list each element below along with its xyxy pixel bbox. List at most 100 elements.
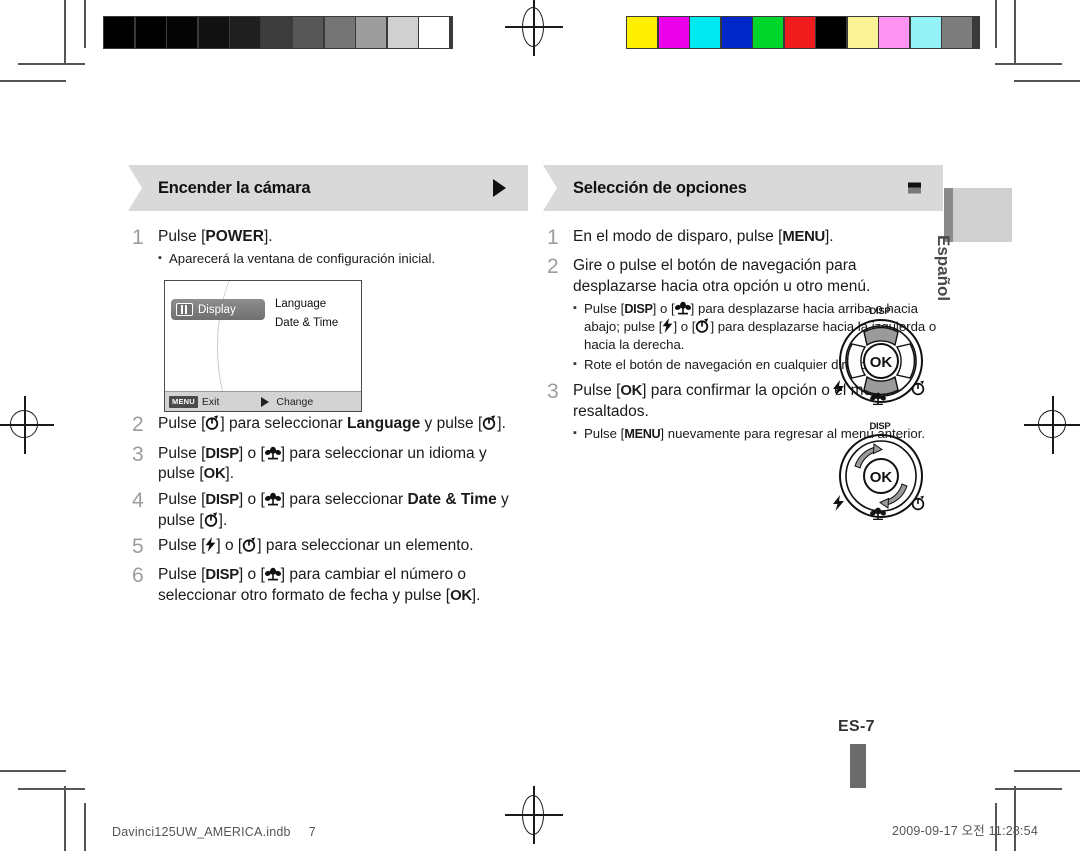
registration-mark-left xyxy=(0,396,54,454)
footer-page: 7 xyxy=(308,825,316,839)
left-section-title: Encender la cámara xyxy=(158,178,311,197)
step-text: ]. xyxy=(497,415,506,433)
crop-mark-top-right-inner-v xyxy=(995,0,997,48)
camera-key-label: MENU xyxy=(782,229,825,245)
step-text: ]. xyxy=(225,465,235,483)
step-number: 1 xyxy=(547,226,559,249)
calibration-swatch xyxy=(847,17,878,48)
crop-mark-bottom-left-inner-h xyxy=(18,788,85,790)
lcd-option-item[interactable]: Date & Time xyxy=(275,314,338,332)
triangle-right-icon xyxy=(493,179,506,197)
step-text: Pulse [ xyxy=(158,566,206,584)
numbered-step: 1 Pulse [POWER]. ▪ Aparecerá la ventana de … xyxy=(128,225,528,270)
step-text: ]. xyxy=(471,586,481,604)
camera-key-label: DISP xyxy=(205,567,239,584)
lcd-change-label: Change xyxy=(276,395,314,408)
calibration-swatch xyxy=(784,17,815,48)
calibration-swatch xyxy=(419,17,449,48)
step-number: 4 xyxy=(132,488,144,512)
step-text: Pulse [ xyxy=(158,536,206,554)
calibration-swatch xyxy=(324,17,355,48)
lcd-bottom-bar: MENU Exit Change xyxy=(165,391,361,412)
numbered-step: 6 Pulse [DISP] o [] para cambiar el númer… xyxy=(128,563,528,606)
crop-mark-top-right-v xyxy=(1014,0,1016,65)
jog-rotate-dial: DISP OK xyxy=(832,421,928,521)
step-number: 1 xyxy=(132,226,144,249)
camera-key-label: OK xyxy=(620,383,643,400)
step-text: Pulse [ xyxy=(158,444,206,462)
lcd-option-list: Language Date & Time xyxy=(275,295,338,332)
calibration-swatch xyxy=(879,17,909,48)
numbered-step: 3 Pulse [DISP] o [] para seleccionar un i… xyxy=(128,442,528,485)
crop-mark-top-right-inner-h xyxy=(995,63,1062,65)
emphasis-text: POWER xyxy=(205,228,264,245)
dpad-press-dial: DISP OK xyxy=(832,306,928,406)
step-number: 5 xyxy=(132,534,144,558)
bullet-dot-icon: ▪ xyxy=(158,252,162,265)
calibration-swatch xyxy=(104,17,134,48)
crop-mark-top-left-inner-v xyxy=(84,0,86,48)
calibration-swatch xyxy=(387,17,418,48)
macro-key-icon xyxy=(264,567,281,581)
camera-lcd-illustration: Display Language Date & Time MENU Exit Change xyxy=(164,280,362,413)
square-marker-icon xyxy=(908,182,921,194)
crop-mark-bottom-left-inner-v xyxy=(84,803,86,851)
lcd-exit-label: Exit xyxy=(201,395,220,408)
lcd-display-tab[interactable]: Display xyxy=(171,299,265,321)
camera-key-label: OK xyxy=(450,587,472,604)
camera-key-label: DISP xyxy=(624,302,653,317)
emphasis-text: Date & Time xyxy=(407,490,497,508)
macro-icon xyxy=(870,392,886,405)
step-text: Pulse [ xyxy=(584,426,625,442)
numbered-step: 2 Pulse [] para seleccionar Language y pu… xyxy=(128,412,528,438)
left-section-header: Encender la cámara xyxy=(128,165,528,211)
dial-disp-label: DISP xyxy=(869,306,891,317)
calibration-swatch xyxy=(753,17,783,48)
bullet-item: ▪ Aparecerá la ventana de configuración i… xyxy=(158,250,528,268)
step-body: Pulse [DISP] o [] para seleccionar un id… xyxy=(158,442,528,485)
right-section-header: Selección de opciones xyxy=(543,165,943,211)
step-text: Aparecerá la ventana de configuración in… xyxy=(169,251,436,267)
bullet-text: Aparecerá la ventana de configuración in… xyxy=(169,250,528,268)
language-tab-label: Español xyxy=(934,235,953,302)
calibration-swatch xyxy=(910,17,941,48)
grayscale-calibration-bar xyxy=(103,16,453,49)
crop-mark-top-right-h xyxy=(1014,80,1080,82)
calibration-swatch xyxy=(356,17,386,48)
timer-key-icon xyxy=(242,537,257,552)
step-number: 2 xyxy=(132,413,144,437)
triangle-right-icon xyxy=(261,396,270,407)
macro-key-icon xyxy=(674,301,691,315)
macro-key-icon xyxy=(264,446,281,460)
step-number: 3 xyxy=(547,380,559,404)
calibration-swatch xyxy=(293,17,323,48)
timer-key-icon xyxy=(204,511,219,527)
numbered-step: 4 Pulse [DISP] o [] para seleccionar Date… xyxy=(128,488,528,531)
step-number: 2 xyxy=(547,255,559,279)
calibration-swatch xyxy=(167,17,197,48)
camera-key-label: OK xyxy=(203,466,226,483)
display-icon xyxy=(176,303,193,317)
step-text: Gire o pulse el botón de navegación para… xyxy=(573,257,871,295)
lcd-tab-label: Display xyxy=(198,303,236,316)
step-text: ] para seleccionar un elemento. xyxy=(257,536,474,554)
timer-key-icon xyxy=(205,415,220,431)
bullet-dot-icon: ▪ xyxy=(573,302,577,315)
right-section-title: Selección de opciones xyxy=(573,178,747,197)
emphasis-text: Language xyxy=(347,415,421,433)
page-number: ES-7 xyxy=(838,718,875,735)
step-text: ]. xyxy=(825,228,834,245)
step-text: Pulse [ xyxy=(158,228,206,245)
footer-datetime: 2009-09-17 오전 11:28:54 xyxy=(891,824,1038,838)
step-text: ]. xyxy=(263,228,273,245)
lcd-option-item[interactable]: Language xyxy=(275,295,338,313)
step-text: En el modo de disparo, pulse [ xyxy=(573,228,783,245)
crop-mark-top-left-h xyxy=(0,80,66,82)
flash-key-icon xyxy=(205,536,216,552)
numbered-step: 5 Pulse [] o [] para seleccionar un eleme… xyxy=(128,534,528,560)
calibration-swatch xyxy=(942,17,972,48)
step-text: ] para seleccionar xyxy=(280,490,408,508)
timer-key-icon xyxy=(482,415,497,431)
step-number: 6 xyxy=(132,564,144,588)
macro-key-icon xyxy=(264,492,281,506)
